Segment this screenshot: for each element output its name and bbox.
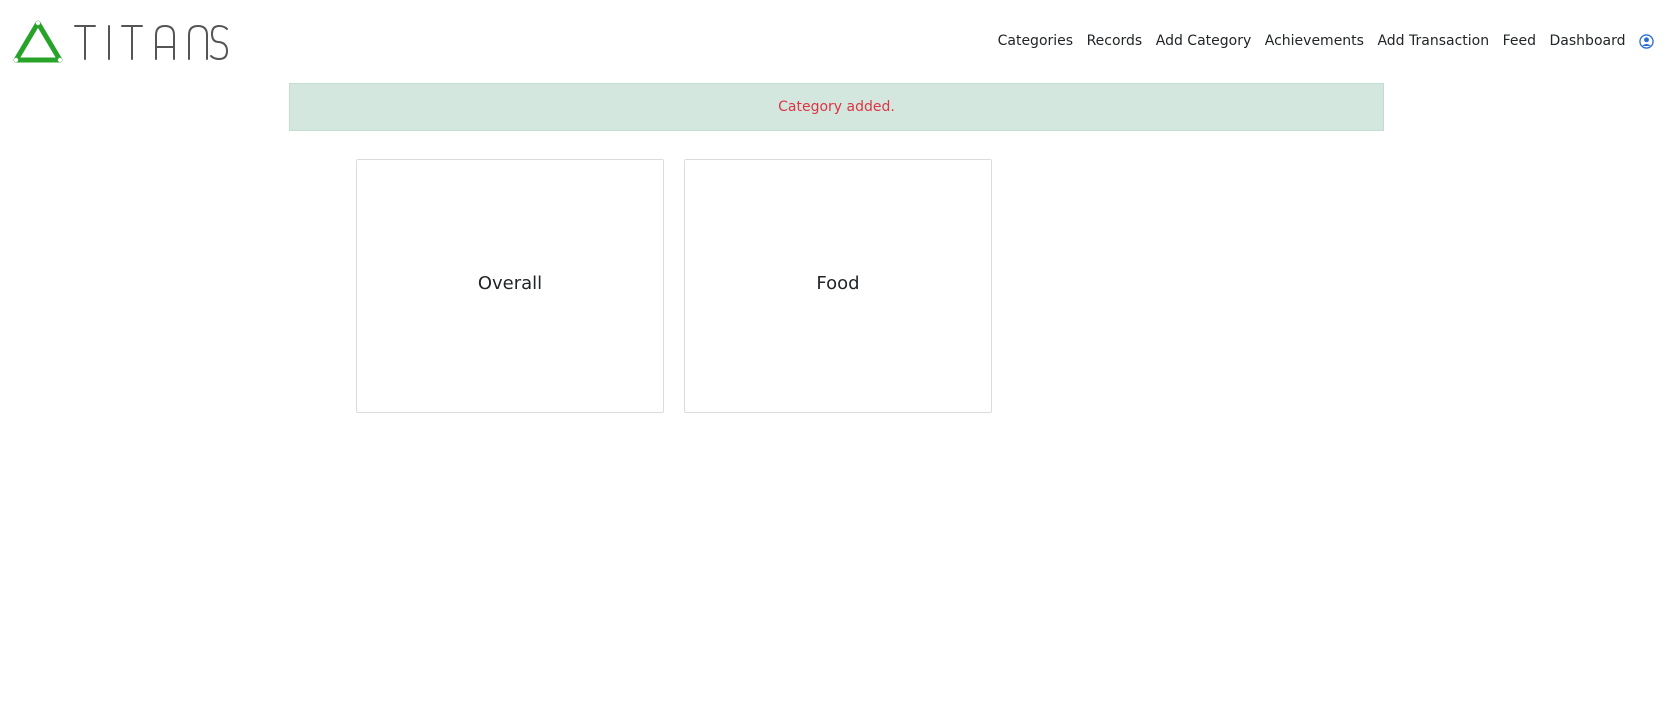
category-card-title: Food [816,273,860,294]
category-card-overall[interactable]: Overall [356,159,664,413]
alert-message: Category added. [778,99,895,115]
main-nav: Categories Records Add Category Achievem… [998,30,1667,52]
nav-add-category[interactable]: Add Category [1156,30,1252,52]
category-card-grid: Overall Food [356,159,1012,413]
titans-logo[interactable] [11,17,231,67]
nav-add-transaction[interactable]: Add Transaction [1377,30,1489,52]
nav-records[interactable]: Records [1087,30,1143,52]
success-alert: Category added. [289,83,1384,131]
user-circle-icon[interactable] [1639,33,1654,49]
category-card-title: Overall [477,273,543,294]
titans-wordmark [74,24,229,61]
nav-dashboard[interactable]: Dashboard [1550,30,1626,52]
nav-categories[interactable]: Categories [998,30,1073,52]
nav-achievements[interactable]: Achievements [1265,30,1364,52]
top-navbar: Categories Records Add Category Achievem… [0,0,1667,82]
nav-feed[interactable]: Feed [1503,30,1536,52]
triangle-logo-icon [13,20,63,63]
category-card-food[interactable]: Food [684,159,992,413]
